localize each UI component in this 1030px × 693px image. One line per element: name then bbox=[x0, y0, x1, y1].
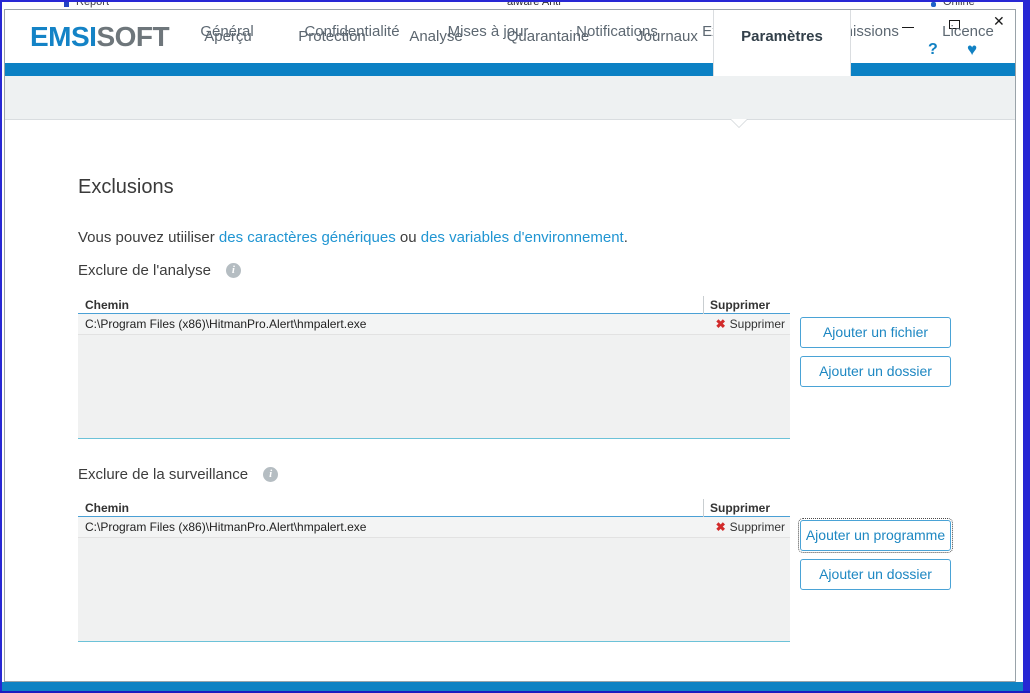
tab-parametres[interactable]: Paramètres bbox=[713, 10, 851, 76]
delete-entry-button[interactable]: ✖ Supprimer bbox=[716, 317, 785, 331]
table-header: Chemin Supprimer bbox=[78, 499, 790, 517]
delete-entry-button[interactable]: ✖ Supprimer bbox=[716, 520, 785, 534]
intro-pre: Vous pouvez utiiliser bbox=[78, 229, 219, 246]
minimize-button[interactable] bbox=[902, 27, 914, 28]
intro-end: . bbox=[623, 229, 628, 246]
add-folder-button-monitoring[interactable]: Ajouter un dossier bbox=[800, 559, 951, 590]
monitoring-exclusions-table: Chemin Supprimer C:\Program Files (x86)\… bbox=[78, 499, 790, 642]
add-folder-button-scan[interactable]: Ajouter un dossier bbox=[800, 356, 951, 387]
header-accent-strip bbox=[5, 63, 1015, 76]
table-header: Chemin Supprimer bbox=[78, 296, 790, 314]
column-header-delete: Supprimer bbox=[703, 296, 790, 314]
subtab-notifications[interactable]: Notifications bbox=[576, 23, 658, 40]
info-icon[interactable]: i bbox=[263, 467, 279, 482]
intro-text: Vous pouvez utiiliser des caractères gén… bbox=[78, 229, 628, 246]
excluded-path: C:\Program Files (x86)\HitmanPro.Alert\h… bbox=[85, 520, 367, 534]
scan-exclusions-table: Chemin Supprimer C:\Program Files (x86)\… bbox=[78, 296, 790, 439]
delete-label: Supprimer bbox=[729, 317, 785, 331]
table-row[interactable]: C:\Program Files (x86)\HitmanPro.Alert\h… bbox=[78, 314, 790, 335]
behind-window-bottom-band bbox=[2, 682, 1023, 691]
subtab-mises-a-jour[interactable]: Mises à jour bbox=[448, 23, 529, 40]
help-icon[interactable]: ? bbox=[928, 41, 938, 59]
monitoring-exclusions-title: Exclure de la surveillance bbox=[78, 466, 249, 483]
delete-label: Supprimer bbox=[729, 520, 785, 534]
behind-title-text: alware Anti bbox=[507, 2, 561, 8]
excluded-path: C:\Program Files (x86)\HitmanPro.Alert\h… bbox=[85, 317, 367, 331]
add-file-button[interactable]: Ajouter un fichier bbox=[800, 317, 951, 348]
heart-icon[interactable]: ♥ bbox=[967, 40, 977, 60]
tab-parametres-label: Paramètres bbox=[741, 28, 823, 45]
column-header-delete: Supprimer bbox=[703, 499, 790, 517]
env-variables-link[interactable]: des variables d'environnement bbox=[421, 229, 624, 246]
monitoring-exclusions-heading: Exclure de la surveillance i bbox=[78, 466, 279, 483]
intro-mid: ou bbox=[395, 229, 421, 246]
page-title: Exclusions bbox=[78, 176, 174, 198]
behind-online-text: Online bbox=[943, 2, 975, 8]
subtab-licence[interactable]: Licence bbox=[942, 23, 994, 40]
active-subtab-notch-fill bbox=[731, 119, 747, 127]
emsisoft-window: EMSISOFT Aperçu Protection Analyse Quara… bbox=[4, 9, 1016, 682]
info-icon[interactable]: i bbox=[225, 263, 241, 278]
emsisoft-logo: EMSISOFT bbox=[30, 21, 170, 53]
behind-window-border-left bbox=[0, 0, 2, 693]
behind-report-text: Report bbox=[76, 2, 110, 8]
subtab-general[interactable]: Général bbox=[200, 23, 253, 40]
add-program-button[interactable]: Ajouter un programme bbox=[798, 518, 953, 553]
column-header-path: Chemin bbox=[85, 298, 130, 312]
logo-emsi: EMSI bbox=[30, 21, 97, 52]
close-button[interactable]: ✕ bbox=[993, 13, 1005, 30]
scan-exclusions-title: Exclure de l'analyse bbox=[78, 262, 211, 279]
settings-subnav bbox=[5, 76, 1015, 120]
logo-soft: SOFT bbox=[96, 21, 170, 52]
delete-x-icon: ✖ bbox=[715, 317, 726, 331]
behind-window-top-sliver: Report alware Anti Online bbox=[2, 2, 1023, 9]
subtab-confidentialite[interactable]: Confidentialité bbox=[304, 23, 399, 40]
wildcards-link[interactable]: des caractères génériques bbox=[219, 229, 396, 246]
table-row[interactable]: C:\Program Files (x86)\HitmanPro.Alert\h… bbox=[78, 517, 790, 538]
scan-exclusions-heading: Exclure de l'analyse i bbox=[78, 262, 241, 279]
behind-status-icon bbox=[931, 2, 936, 7]
column-header-path: Chemin bbox=[85, 501, 130, 515]
behind-window-border-right bbox=[1023, 0, 1030, 693]
delete-x-icon: ✖ bbox=[715, 520, 726, 534]
behind-shield-icon bbox=[64, 2, 69, 7]
